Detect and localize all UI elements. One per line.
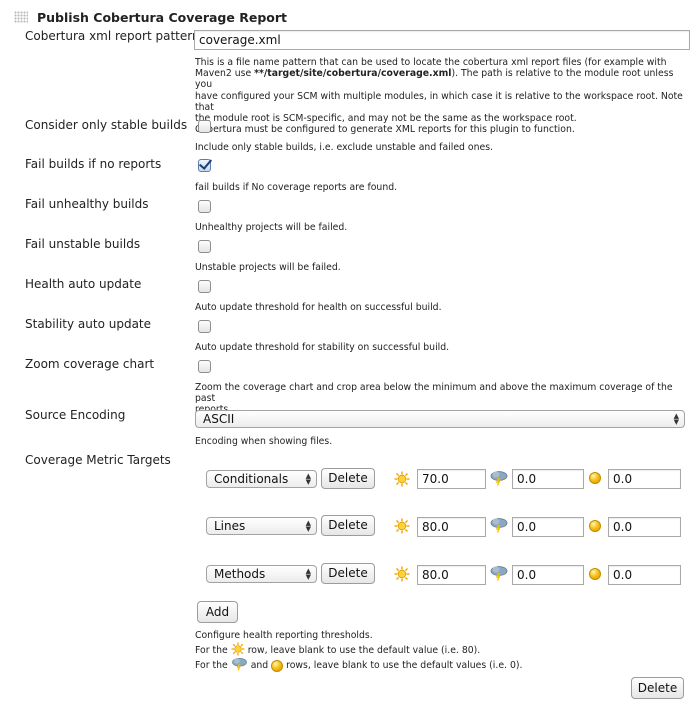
healthy-threshold-input[interactable]: [417, 565, 486, 585]
fail-no-reports-checkbox[interactable]: [198, 159, 211, 172]
stability-auto-update-checkbox[interactable]: [198, 320, 211, 333]
stability-auto-update-label: Stability auto update: [25, 317, 152, 331]
stable-builds-label: Consider only stable builds: [25, 118, 188, 132]
health-auto-update-checkbox[interactable]: [198, 280, 211, 293]
unhealthy-threshold-input[interactable]: [512, 565, 584, 585]
select-arrows-icon: ▲ ▼: [673, 412, 679, 426]
source-encoding-help: Encoding when showing files.: [195, 436, 333, 447]
unstable-threshold-input[interactable]: [608, 469, 681, 489]
zoom-chart-label: Zoom coverage chart: [25, 357, 155, 371]
delete-section-button[interactable]: Delete: [631, 677, 684, 699]
stable-builds-checkbox[interactable]: [198, 120, 211, 133]
source-encoding-select[interactable]: ASCII ▲ ▼: [195, 410, 685, 428]
metric-select-methods[interactable]: Methods ▲ ▼: [206, 565, 317, 583]
yellow-ball-icon: [271, 659, 284, 672]
fail-no-reports-help: fail builds if No coverage reports are f…: [195, 182, 398, 193]
metric-select-conditionals[interactable]: Conditionals ▲ ▼: [206, 470, 317, 488]
delete-metric-button[interactable]: Delete: [321, 563, 375, 584]
xml-pattern-label: Cobertura xml report pattern: [25, 29, 200, 43]
yellow-ball-icon: [589, 568, 601, 580]
select-arrows-icon: ▲ ▼: [305, 567, 311, 581]
storm-cloud-icon: [231, 657, 248, 674]
stability-auto-update-help: Auto update threshold for stability on s…: [195, 342, 450, 353]
thresholds-help-line1: Configure health reporting thresholds.: [195, 630, 373, 641]
fail-unhealthy-label: Fail unhealthy builds: [25, 197, 149, 211]
sun-icon: [394, 566, 410, 585]
unstable-threshold-input[interactable]: [608, 565, 681, 585]
stable-builds-help: Include only stable builds, i.e. exclude…: [195, 142, 493, 153]
storm-cloud-icon: [490, 565, 508, 584]
fail-unstable-label: Fail unstable builds: [25, 237, 141, 251]
delete-metric-button[interactable]: Delete: [321, 515, 375, 536]
unhealthy-threshold-input[interactable]: [512, 517, 584, 537]
xml-pattern-help: This is a file name pattern that can be …: [195, 57, 683, 136]
fail-unstable-checkbox[interactable]: [198, 240, 211, 253]
storm-cloud-icon: [490, 470, 508, 489]
select-arrows-icon: ▲ ▼: [305, 519, 311, 533]
health-auto-update-label: Health auto update: [25, 277, 142, 291]
yellow-ball-icon: [589, 520, 601, 532]
source-encoding-value: ASCII: [203, 412, 235, 426]
fail-no-reports-label: Fail builds if no reports: [25, 157, 162, 171]
section-title: Publish Cobertura Coverage Report: [37, 10, 287, 25]
source-encoding-label: Source Encoding: [25, 408, 126, 422]
select-arrows-icon: ▲ ▼: [305, 472, 311, 486]
fail-unstable-help: Unstable projects will be failed.: [195, 262, 341, 273]
health-auto-update-help: Auto update threshold for health on succ…: [195, 302, 442, 313]
zoom-chart-checkbox[interactable]: [198, 360, 211, 373]
thresholds-help-line3: For the and rows, leave blank to use the…: [195, 657, 522, 674]
unhealthy-threshold-input[interactable]: [512, 469, 584, 489]
drag-handle[interactable]: [14, 11, 28, 23]
xml-pattern-input[interactable]: [194, 30, 690, 50]
yellow-ball-icon: [589, 472, 601, 484]
delete-metric-button[interactable]: Delete: [321, 468, 375, 489]
metric-select-lines[interactable]: Lines ▲ ▼: [206, 517, 317, 535]
healthy-threshold-input[interactable]: [417, 469, 486, 489]
add-metric-button[interactable]: Add: [197, 601, 238, 623]
fail-unhealthy-help: Unhealthy projects will be failed.: [195, 222, 348, 233]
healthy-threshold-input[interactable]: [417, 517, 486, 537]
sun-icon: [394, 518, 410, 537]
metric-targets-label: Coverage Metric Targets: [25, 453, 171, 467]
sun-icon: [394, 471, 410, 490]
fail-unhealthy-checkbox[interactable]: [198, 200, 211, 213]
storm-cloud-icon: [490, 517, 508, 536]
unstable-threshold-input[interactable]: [608, 517, 681, 537]
